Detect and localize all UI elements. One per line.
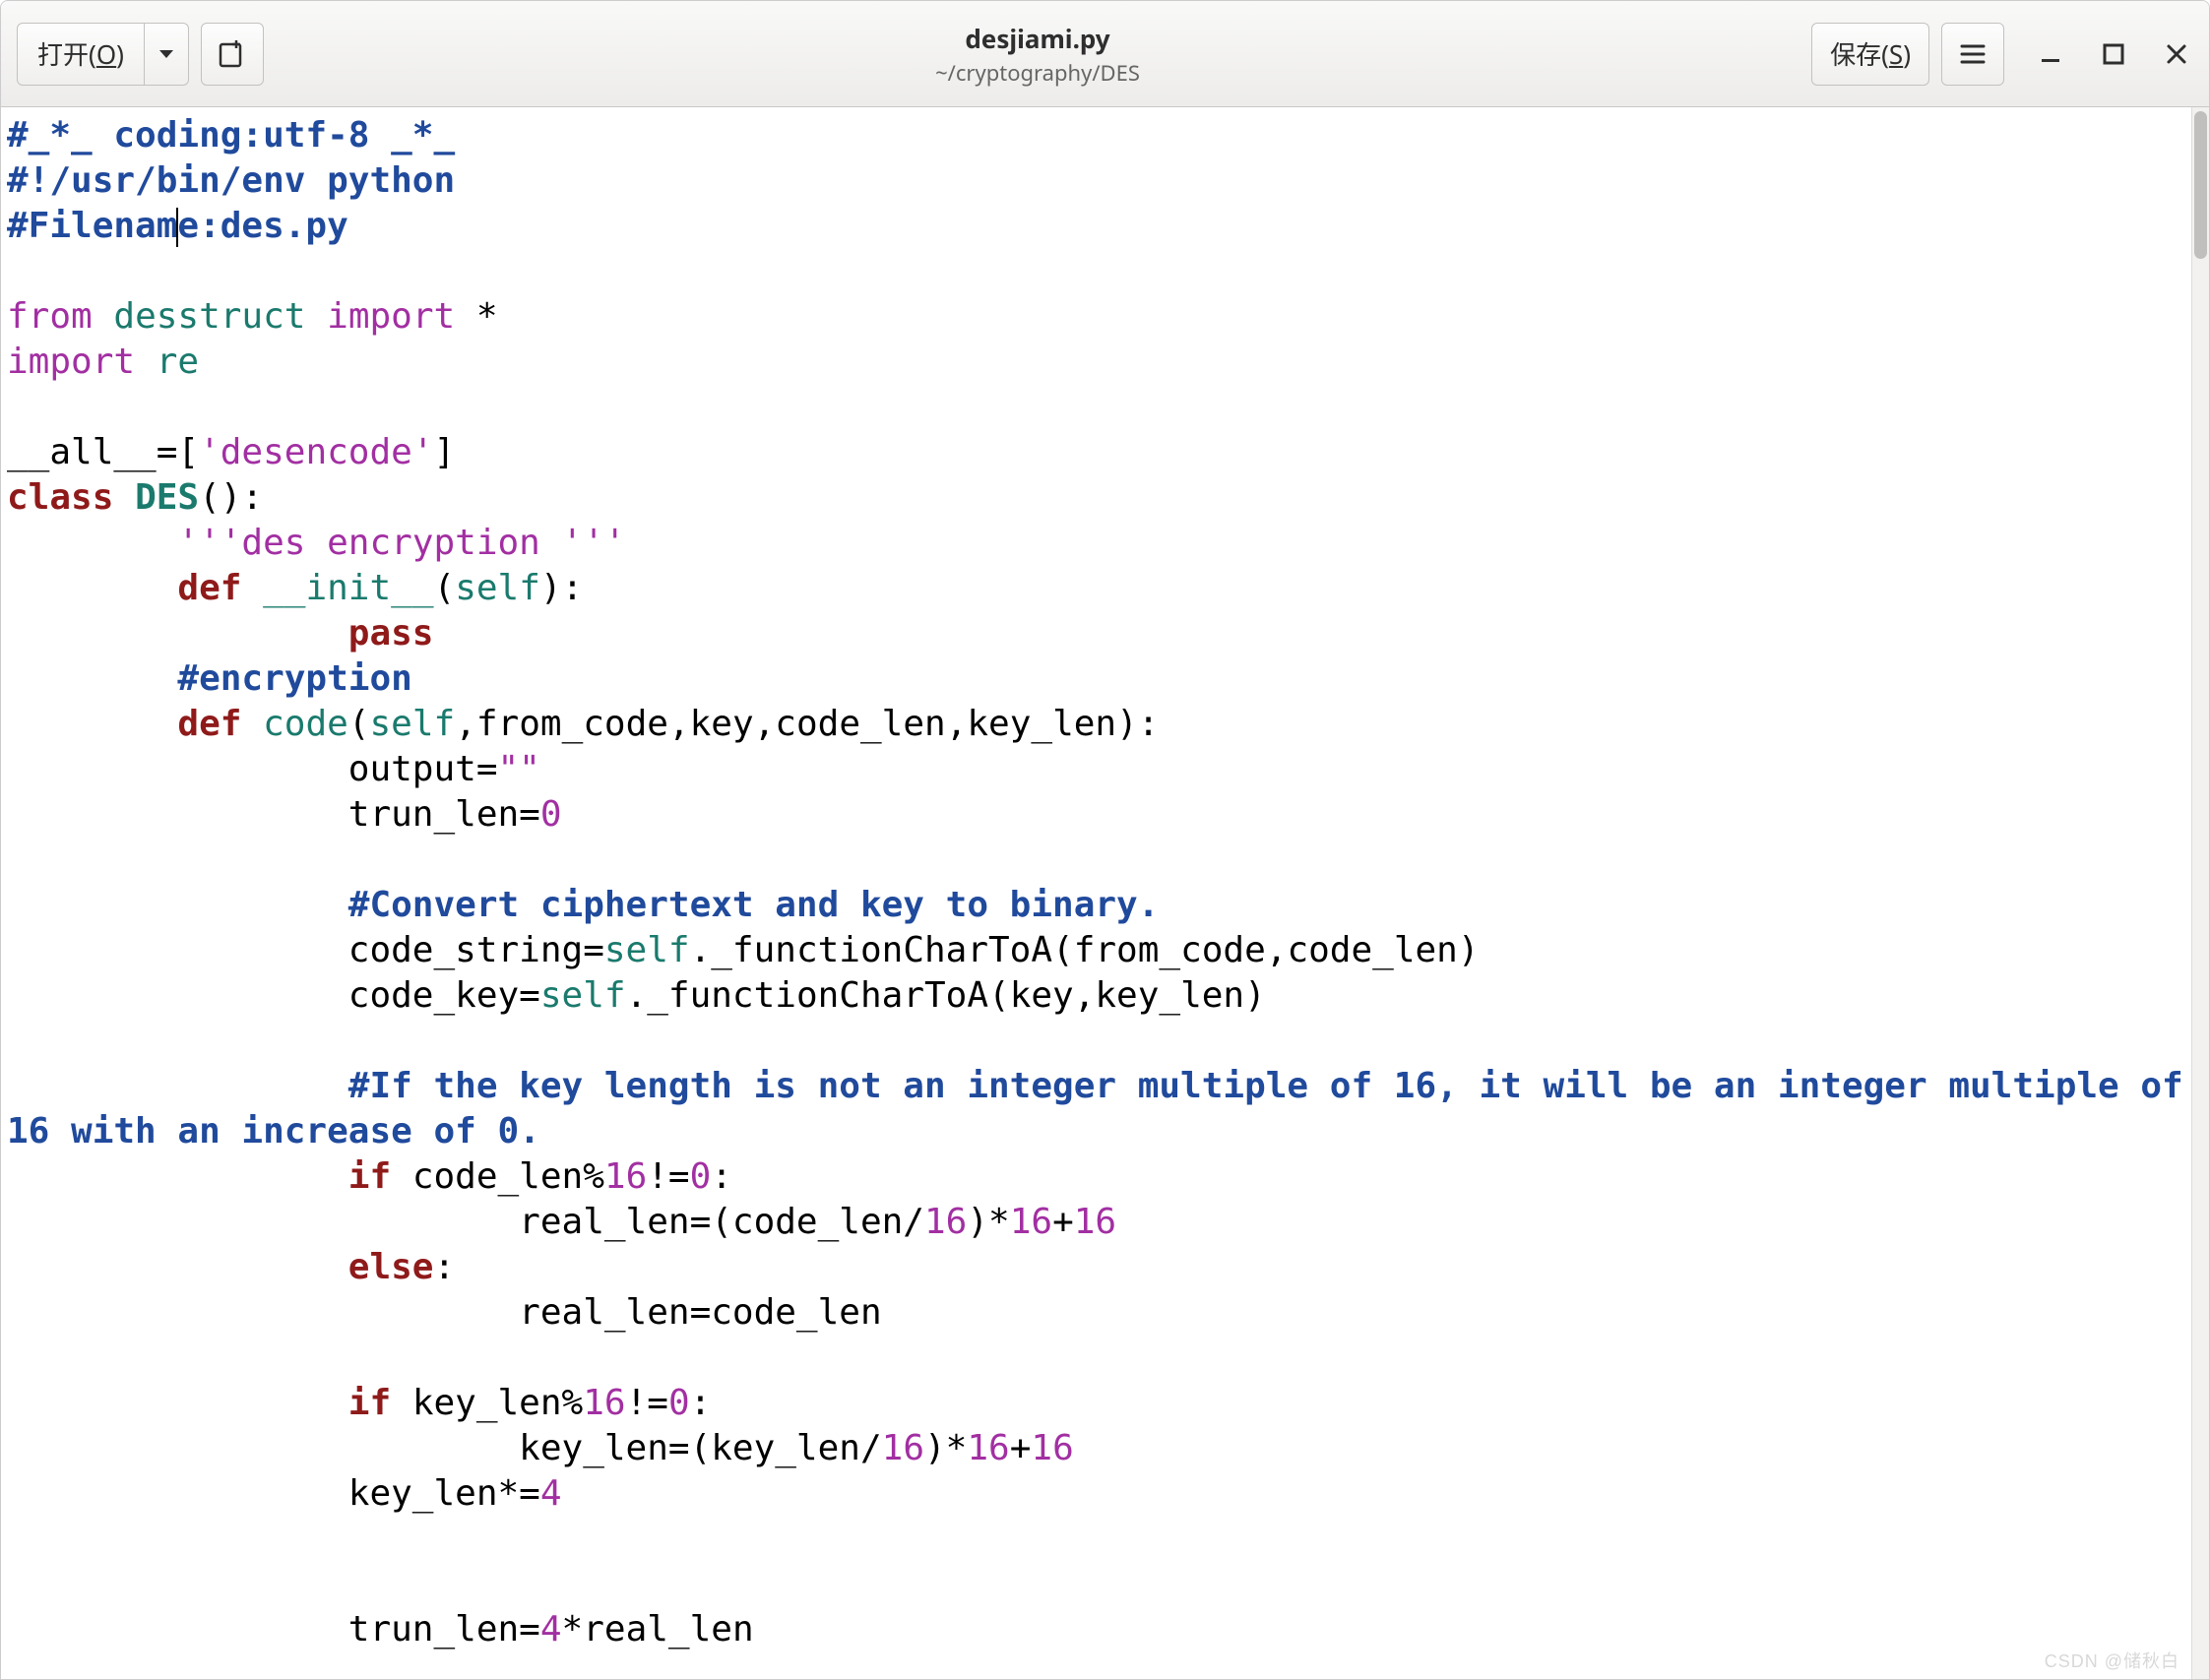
window-controls: [2034, 37, 2193, 71]
save-button[interactable]: 保存(S): [1811, 23, 1929, 86]
maximize-button[interactable]: [2097, 37, 2130, 71]
minimize-icon: [2038, 41, 2063, 67]
window-title: desjiami.py: [276, 21, 1800, 56]
editor-area: #_*_ coding:utf-8 _*_ #!/usr/bin/env pyt…: [1, 107, 2209, 1679]
maximize-icon: [2101, 41, 2126, 67]
editor-window: 打开(O) desjiami.py ~/cryptography/DES: [0, 0, 2210, 1680]
window-subtitle: ~/cryptography/DES: [276, 58, 1800, 88]
vertical-scrollbar[interactable]: [2191, 107, 2209, 1679]
hamburger-icon: [1959, 40, 1987, 68]
minimize-button[interactable]: [2034, 37, 2067, 71]
watermark: CSDN @储秋白: [2045, 1648, 2179, 1673]
code-editor[interactable]: #_*_ coding:utf-8 _*_ #!/usr/bin/env pyt…: [1, 107, 2191, 1679]
headerbar: 打开(O) desjiami.py ~/cryptography/DES: [1, 1, 2209, 107]
close-icon: [2164, 41, 2189, 67]
headerbar-right: 保存(S): [1811, 23, 2193, 86]
headerbar-title-area: desjiami.py ~/cryptography/DES: [276, 21, 1800, 88]
open-button-label: 打开(O): [18, 24, 145, 85]
close-button[interactable]: [2160, 37, 2193, 71]
open-button[interactable]: 打开(O): [17, 23, 189, 86]
new-tab-button[interactable]: [201, 23, 264, 86]
headerbar-left: 打开(O): [17, 23, 264, 86]
scroll-thumb[interactable]: [2194, 111, 2207, 259]
new-tab-icon: [217, 38, 248, 70]
chevron-down-icon[interactable]: [145, 24, 188, 85]
hamburger-menu-button[interactable]: [1941, 23, 2004, 86]
save-button-label: 保存(S): [1830, 35, 1911, 72]
